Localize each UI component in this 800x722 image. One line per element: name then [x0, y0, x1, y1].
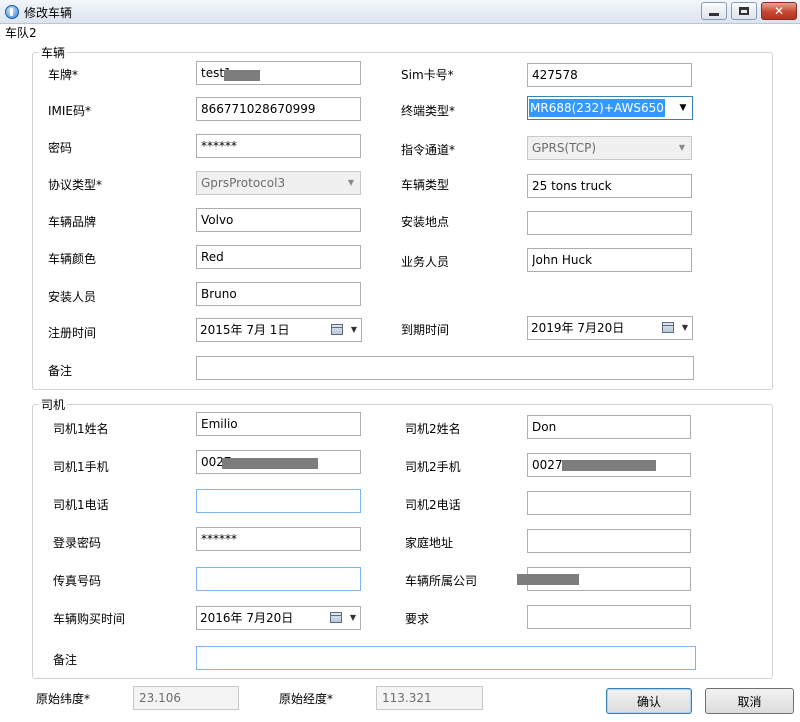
driver2-phone-input[interactable] [527, 491, 691, 515]
chevron-down-icon[interactable]: ▼ [682, 317, 688, 339]
brand-label: 车辆品牌 [48, 215, 97, 229]
window-title: 修改车辆 [24, 6, 73, 20]
channel-select: GPRS(TCP) ▼ [527, 136, 692, 160]
terminal-select[interactable]: MR688(232)+AWS650 ▼ [527, 96, 693, 120]
password-input[interactable] [196, 134, 361, 158]
close-button[interactable]: ✕ [761, 2, 797, 20]
requirement-input[interactable] [527, 605, 691, 629]
driver-group-legend: 司机 [41, 398, 66, 412]
purchase-date-picker[interactable]: 2016年 7月20日 ▼ [196, 606, 361, 630]
app-icon [5, 5, 19, 19]
driver1-mobile-label: 司机1手机 [53, 460, 109, 474]
brand-input[interactable] [196, 208, 361, 232]
chevron-down-icon: ▼ [678, 143, 686, 152]
imei-label: IMIE码* [48, 104, 92, 118]
confirm-button[interactable]: 确认 [606, 688, 692, 714]
plate-label: 车牌* [48, 68, 79, 82]
driver-remark-label: 备注 [53, 653, 78, 667]
protocol-select-value: GprsProtocol3 [201, 176, 286, 190]
install-location-input[interactable] [527, 211, 692, 235]
installer-input[interactable] [196, 282, 361, 306]
redaction-bar [562, 460, 656, 471]
vehicle-group-legend: 车辆 [41, 46, 66, 60]
calendar-icon[interactable] [330, 612, 342, 623]
redaction-bar [517, 574, 579, 585]
driver1-name-label: 司机1姓名 [53, 422, 109, 436]
expire-date-value: 2019年 7月20日 [531, 321, 625, 335]
imei-input[interactable] [196, 97, 361, 121]
latitude-label: 原始纬度* [36, 692, 91, 706]
driver1-phone-label: 司机1电话 [53, 498, 109, 512]
calendar-icon[interactable] [662, 322, 674, 333]
vehicle-remark-label: 备注 [48, 364, 73, 378]
minimize-button[interactable] [701, 2, 727, 20]
fax-input[interactable] [196, 567, 361, 591]
cancel-button[interactable]: 取消 [705, 688, 794, 714]
longitude-field: 113.321 [376, 686, 483, 710]
maximize-button[interactable] [731, 2, 757, 20]
fax-label: 传真号码 [53, 574, 102, 588]
driver1-name-input[interactable] [196, 412, 361, 436]
close-icon: ✕ [773, 4, 785, 18]
vehicle-color-input[interactable] [196, 245, 361, 269]
purchase-date-value: 2016年 7月20日 [200, 611, 294, 625]
driver2-phone-label: 司机2电话 [405, 498, 461, 512]
chevron-down-icon[interactable]: ▼ [350, 607, 356, 629]
longitude-label: 原始经度* [279, 692, 334, 706]
protocol-label: 协议类型* [48, 178, 103, 192]
vehicle-color-label: 车辆颜色 [48, 252, 97, 266]
redaction-bar [224, 70, 260, 81]
expire-date-label: 到期时间 [401, 323, 450, 337]
channel-select-value: GPRS(TCP) [532, 141, 597, 155]
owner-company-label: 车辆所属公司 [405, 574, 478, 588]
home-address-input[interactable] [527, 529, 691, 553]
protocol-select: GprsProtocol3 ▼ [196, 171, 361, 195]
chevron-down-icon[interactable]: ▼ [674, 97, 692, 119]
terminal-label: 终端类型* [401, 104, 456, 118]
requirement-label: 要求 [405, 612, 430, 626]
login-password-label: 登录密码 [53, 536, 102, 550]
redaction-bar [222, 458, 318, 469]
register-date-picker[interactable]: 2015年 7月 1日 ▼ [196, 318, 362, 342]
password-label: 密码 [48, 141, 73, 155]
driver2-mobile-label: 司机2手机 [405, 460, 461, 474]
vehicle-type-label: 车辆类型 [401, 178, 450, 192]
sim-label: Sim卡号* [401, 68, 454, 82]
home-address-label: 家庭地址 [405, 536, 454, 550]
terminal-select-value: MR688(232)+AWS650 [529, 99, 665, 117]
driver2-name-label: 司机2姓名 [405, 422, 461, 436]
maximize-icon [739, 7, 749, 15]
purchase-date-label: 车辆购买时间 [53, 612, 126, 626]
register-date-value: 2015年 7月 1日 [200, 323, 290, 337]
sales-input[interactable] [527, 248, 692, 272]
chevron-down-icon[interactable]: ▼ [351, 319, 357, 341]
install-location-label: 安装地点 [401, 215, 450, 229]
calendar-icon[interactable] [331, 324, 343, 335]
sales-label: 业务人员 [401, 255, 450, 269]
vehicle-remark-input[interactable] [196, 356, 694, 380]
expire-date-picker[interactable]: 2019年 7月20日 ▼ [527, 316, 693, 340]
title-bar: 修改车辆 ✕ [0, 0, 800, 24]
vehicle-type-input[interactable] [527, 174, 692, 198]
chevron-down-icon: ▼ [347, 178, 355, 187]
latitude-field: 23.106 [133, 686, 239, 710]
minimize-icon [709, 12, 719, 16]
channel-label: 指令通道* [401, 143, 456, 157]
driver1-phone-input[interactable] [196, 489, 361, 513]
driver2-name-input[interactable] [527, 415, 691, 439]
installer-label: 安装人员 [48, 290, 97, 304]
plate-input[interactable] [196, 61, 361, 85]
login-password-input[interactable] [196, 527, 361, 551]
fleet-name: 车队2 [5, 26, 37, 40]
sim-input[interactable] [527, 63, 692, 87]
register-date-label: 注册时间 [48, 326, 97, 340]
driver-remark-input[interactable] [196, 646, 696, 670]
